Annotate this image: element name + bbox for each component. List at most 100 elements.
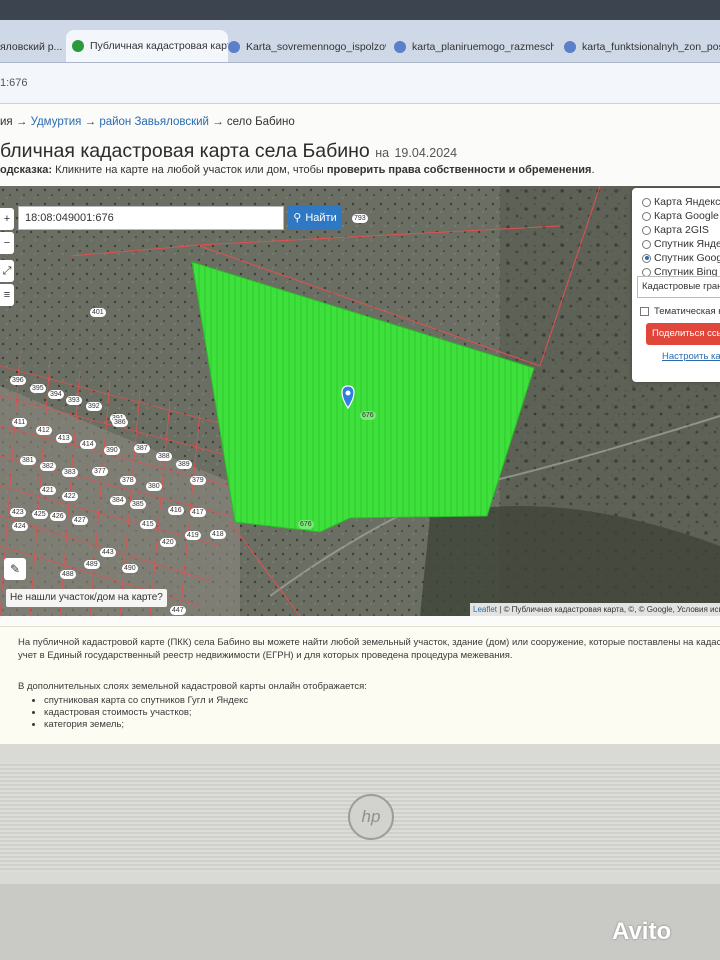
radio-icon: [642, 211, 651, 221]
plot-label: 389: [176, 460, 192, 469]
plot-label: 381: [20, 456, 36, 465]
plot-label: 676: [360, 411, 376, 420]
info-paragraph: В дополнительных слоях земельной кадастр…: [18, 681, 367, 692]
tab-label: Публичная кадастровая карт: [90, 40, 228, 52]
plot-label: 393: [66, 396, 82, 405]
zoom-out-button[interactable]: −: [0, 232, 14, 254]
plot-label: 385: [130, 500, 146, 509]
plot-label: 383: [62, 468, 78, 477]
tab-first[interactable]: яловский р...: [0, 32, 62, 62]
layer-label: Спутник Google: [654, 252, 720, 264]
layer-option[interactable]: Карта Яндекс: [642, 196, 720, 208]
radio-checked-icon: [642, 253, 651, 263]
hp-logo: hp: [348, 794, 394, 840]
menu-icon[interactable]: ≡: [0, 284, 14, 306]
layer-label: Карта 2GIS: [654, 224, 709, 236]
edit-pencil-icon[interactable]: ✎: [4, 558, 26, 580]
plot-label: 426: [50, 512, 66, 521]
list-item: кадастровая стоимость участков;: [44, 707, 248, 719]
plot-label: 416: [168, 506, 184, 515]
plot-label: 420: [160, 538, 176, 547]
leaflet-link[interactable]: Leaflet: [473, 605, 497, 614]
share-button[interactable]: Поделиться ссылкой: [646, 323, 720, 345]
hint-bold: проверить права собственности и обремене…: [326, 164, 592, 176]
emblem-icon: [564, 41, 576, 53]
emblem-icon: [394, 41, 406, 53]
plot-label: 488: [60, 570, 76, 579]
tab-cadastral-map[interactable]: Публичная кадастровая карт ✕: [66, 30, 228, 62]
avito-watermark: Avito: [612, 918, 672, 945]
list-item: категория земель;: [44, 719, 248, 731]
address-bar[interactable]: 1:676: [0, 63, 720, 104]
browser-tab-bar: яловский р... Публичная кадастровая карт…: [0, 20, 720, 63]
photo-background-top: [0, 0, 720, 20]
breadcrumb-separator: →: [84, 116, 97, 128]
plot-label: 392: [86, 402, 102, 411]
fullscreen-icon[interactable]: ⤢: [0, 260, 14, 282]
plot-label: 386: [112, 418, 128, 427]
layer-option-selected[interactable]: Спутник Google: [642, 252, 720, 264]
not-found-link[interactable]: Не нашли участок/дом на карте?: [6, 589, 167, 607]
plot-label: 425: [32, 510, 48, 519]
plot-label: 377: [92, 467, 108, 476]
layer-option[interactable]: Карта 2GIS: [642, 224, 709, 236]
search-button[interactable]: ⚲ Найти: [288, 205, 342, 230]
radio-icon: [642, 239, 651, 249]
plot-label: 424: [12, 522, 28, 531]
plot-label: 417: [190, 508, 206, 517]
zoom-in-button[interactable]: +: [0, 208, 14, 230]
plot-label: 414: [80, 440, 96, 449]
breadcrumb-first: ия: [0, 116, 13, 128]
breadcrumb-separator: →: [15, 116, 28, 128]
plot-label: 676: [298, 520, 314, 529]
attribution-text: | © Публичная кадастровая карта, ©, © Go…: [499, 605, 720, 614]
plot-label: 418: [210, 530, 226, 539]
plot-label: 401: [90, 308, 106, 317]
plot-label: 413: [56, 434, 72, 443]
plot-label: 422: [62, 492, 78, 501]
thematic-label: Тематическая карта: [654, 306, 720, 317]
tab-karta-planiruemogo[interactable]: karta_planiruemogo_razmesch ✕: [394, 32, 554, 62]
map-attribution: Leaflet | © Публичная кадастровая карта,…: [470, 603, 720, 616]
plot-label: 395: [30, 384, 46, 393]
layer-option[interactable]: Карта Google: [642, 210, 719, 222]
plot-label: 443: [100, 548, 116, 557]
layer-label: Спутник Яндекс: [654, 238, 720, 250]
list-item: спутниковая карта со спутников Гугл и Ян…: [44, 695, 248, 707]
tab-karta-sovremennogo[interactable]: Karta_sovremennogo_ispolzov ✕: [228, 32, 386, 62]
hint-line: одсказка: Кликните на карте на любой уча…: [0, 164, 595, 176]
plot-label: 387: [134, 444, 150, 453]
layer-select[interactable]: Кадастровые границы: [637, 276, 720, 298]
radio-icon: [642, 197, 651, 207]
plot-label: 388: [156, 452, 172, 461]
search-input[interactable]: 18:08:049001:676: [18, 206, 284, 230]
cadastral-map[interactable]: 793 401 676 676 377 379 415 416 417 418 …: [0, 186, 720, 616]
tab-karta-funktsionalnyh[interactable]: karta_funktsionalnyh_zon_pos: [564, 32, 720, 62]
tab-label: яловский р...: [0, 41, 62, 53]
plot-label: 378: [120, 476, 136, 485]
thematic-checkbox-row[interactable]: Тематическая карта: [640, 306, 720, 317]
plot-label: 427: [72, 516, 88, 525]
plot-label: 382: [40, 462, 56, 471]
web-page: ия → Удмуртия → район Завьяловский → сел…: [0, 104, 720, 745]
checkbox-icon: [640, 307, 649, 316]
info-list: спутниковая карта со спутников Гугл и Ян…: [32, 695, 248, 731]
hint-label: одсказка:: [0, 164, 53, 176]
info-box: На публичной кадастровой карте (ПКК) сел…: [0, 626, 720, 745]
emblem-icon: [228, 41, 240, 53]
search-icon: ⚲: [293, 212, 302, 224]
radio-icon: [642, 225, 651, 235]
setup-map-link[interactable]: Настроить карту: [662, 351, 720, 362]
layer-label: Карта Яндекс: [654, 196, 720, 208]
breadcrumb-district[interactable]: район Завьяловский: [99, 116, 209, 128]
layer-option[interactable]: Спутник Яндекс: [642, 238, 720, 250]
check-icon: [72, 40, 84, 52]
hint-end: .: [591, 164, 595, 176]
plot-label: 423: [10, 508, 26, 517]
address-text: 1:676: [0, 77, 28, 89]
plot-label: 490: [122, 564, 138, 573]
breadcrumb-udmurtia[interactable]: Удмуртия: [31, 116, 82, 128]
breadcrumb: ия → Удмуртия → район Завьяловский → сел…: [0, 116, 295, 128]
plot-label: 415: [140, 520, 156, 529]
hint-text: Кликните на карте на любой участок или д…: [55, 164, 324, 176]
